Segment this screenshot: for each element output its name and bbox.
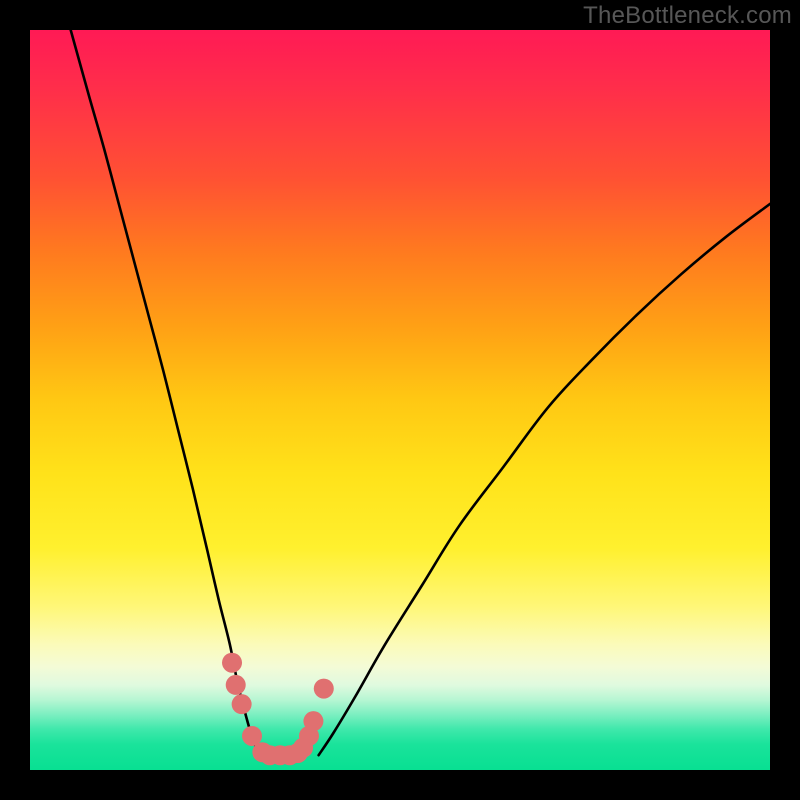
plot-area bbox=[30, 30, 770, 770]
data-marker bbox=[232, 694, 252, 714]
data-marker bbox=[303, 711, 323, 731]
chart-frame: TheBottleneck.com bbox=[0, 0, 800, 800]
watermark-text: TheBottleneck.com bbox=[583, 2, 792, 30]
right-curve bbox=[319, 204, 770, 755]
marker-group bbox=[222, 653, 334, 766]
data-marker bbox=[226, 675, 246, 695]
data-marker bbox=[222, 653, 242, 673]
data-marker bbox=[314, 679, 334, 699]
chart-svg bbox=[30, 30, 770, 770]
left-curve bbox=[71, 30, 260, 755]
